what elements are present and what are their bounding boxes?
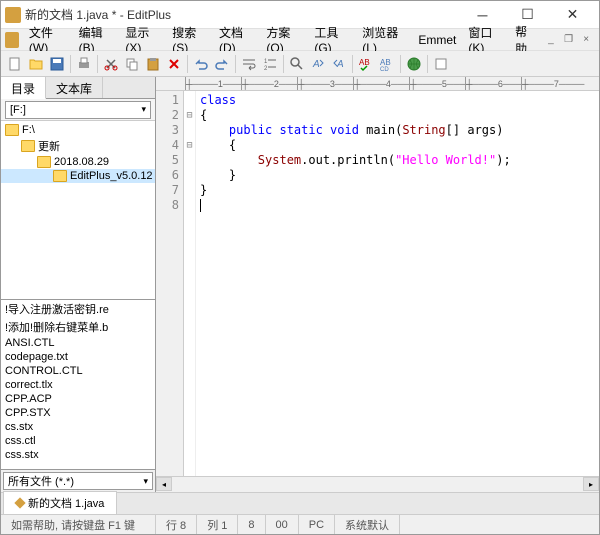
folder-icon (5, 124, 19, 136)
status-encoding: 系统默认 (335, 515, 400, 534)
svg-text:AB: AB (380, 58, 391, 67)
folder-tree[interactable]: F:\更新 2018.08.29 EditPlus_v5.0.12 (1, 121, 155, 300)
doc-icon (14, 497, 25, 508)
document-tab[interactable]: 新的文档 1.java (3, 491, 117, 516)
folder-icon (21, 140, 35, 152)
print-button[interactable] (74, 54, 94, 74)
horizontal-scrollbar[interactable]: ◂ ▸ (156, 476, 599, 492)
file-list[interactable]: !导入注册激活密钥.re!添加!删除右键菜单.bANSI.CTLcodepage… (1, 300, 155, 470)
drive-select: [F:] ▾ (1, 99, 155, 121)
menu-emmet[interactable]: Emmet (412, 31, 462, 49)
status-v1: 8 (238, 515, 265, 534)
find-next-button[interactable]: A (308, 54, 328, 74)
file-item[interactable]: ANSI.CTL (1, 336, 155, 350)
menubar: 文件(W) 编辑(B) 显示(X) 搜索(S) 文档(D) 方案(O) 工具(G… (1, 29, 599, 51)
delete-button[interactable] (164, 54, 184, 74)
new-button[interactable] (5, 54, 25, 74)
drive-label: [F:] (10, 104, 26, 116)
chevron-down-icon: ▾ (143, 476, 148, 487)
tree-item[interactable]: 2018.08.29 (1, 155, 155, 169)
undo-button[interactable] (191, 54, 211, 74)
file-item[interactable]: !导入注册激活密钥.re (1, 300, 155, 318)
browser-button[interactable] (404, 54, 424, 74)
file-item[interactable]: CPP.STX (1, 406, 155, 420)
file-item[interactable]: !添加!删除右键菜单.b (1, 318, 155, 336)
sidebar-tabs: 目录 文本库 (1, 77, 155, 99)
mdi-restore-button[interactable]: ❐ (561, 32, 577, 48)
copy-button[interactable] (122, 54, 142, 74)
redo-button[interactable] (212, 54, 232, 74)
file-item[interactable]: codepage.txt (1, 350, 155, 364)
search-button[interactable] (287, 54, 307, 74)
filter-combo[interactable]: 所有文件 (*.*) ▾ (3, 472, 153, 490)
ruler: ┼────1────┼────2────┼────3────┼────4────… (156, 77, 599, 91)
app-icon (5, 7, 21, 23)
svg-text:1: 1 (264, 59, 268, 65)
wordwrap-button[interactable] (239, 54, 259, 74)
scroll-left-button[interactable]: ◂ (156, 477, 172, 491)
scroll-right-button[interactable]: ▸ (583, 477, 599, 491)
scroll-track[interactable] (172, 477, 583, 492)
app-window: 新的文档 1.java * - EditPlus ─ ☐ ✕ 文件(W) 编辑(… (0, 0, 600, 535)
fold-gutter[interactable]: ⊟⊟ (184, 91, 196, 476)
spellcheck-opts-button[interactable]: ABCD (377, 54, 397, 74)
cut-button[interactable] (101, 54, 121, 74)
chevron-down-icon: ▾ (141, 104, 146, 115)
drive-combo[interactable]: [F:] ▾ (5, 101, 151, 119)
filter-label: 所有文件 (*.*) (8, 473, 74, 489)
svg-text:AB: AB (359, 58, 370, 67)
mdi-close-button[interactable]: × (578, 32, 594, 48)
main-area: 目录 文本库 [F:] ▾ F:\更新 2018.08.29 EditPlus_v5… (1, 77, 599, 492)
close-button[interactable]: ✕ (550, 1, 595, 29)
doc-tab-label: 新的文档 1.java (28, 495, 104, 511)
status-help: 如需帮助, 请按键盘 F1 键 (1, 515, 156, 534)
linenumber-button[interactable]: 12 (260, 54, 280, 74)
tree-label: F:\ (22, 124, 35, 136)
open-button[interactable] (26, 54, 46, 74)
statusbar: 如需帮助, 请按键盘 F1 键 行 8 列 1 8 00 PC 系统默认 (1, 514, 599, 534)
file-item[interactable]: css.ctl (1, 434, 155, 448)
file-item[interactable]: correct.tlx (1, 378, 155, 392)
find-prev-button[interactable]: A (329, 54, 349, 74)
tree-label: 更新 (38, 138, 60, 154)
file-item[interactable]: css.stx (1, 448, 155, 462)
status-line: 行 8 (156, 515, 197, 534)
file-item[interactable]: CONTROL.CTL (1, 364, 155, 378)
spellcheck-button[interactable]: AB (356, 54, 376, 74)
sidebar: 目录 文本库 [F:] ▾ F:\更新 2018.08.29 EditPlus_v5… (1, 77, 156, 492)
svg-text:2: 2 (264, 66, 268, 72)
toolbar: 12 A A AB ABCD (1, 51, 599, 77)
document-tabs: 新的文档 1.java (1, 492, 599, 514)
svg-text:CD: CD (380, 67, 389, 72)
status-col: 列 1 (197, 515, 238, 534)
window-title: 新的文档 1.java * - EditPlus (25, 6, 460, 23)
tree-label: 2018.08.29 (54, 156, 109, 168)
mdi-minimize-button[interactable]: _ (543, 32, 559, 48)
filter-bar: 所有文件 (*.*) ▾ (1, 470, 155, 492)
status-mode: PC (299, 515, 335, 534)
tree-item[interactable]: F:\ (1, 123, 155, 137)
code-text[interactable]: class { public static void main(String[]… (196, 91, 599, 476)
tab-directory[interactable]: 目录 (1, 77, 46, 99)
tree-item[interactable]: 更新 (1, 137, 155, 155)
folder-icon (37, 156, 51, 168)
menubar-app-icon (5, 32, 19, 48)
save-button[interactable] (47, 54, 67, 74)
line-gutter: 12345678 (156, 91, 184, 476)
svg-text:A: A (312, 59, 320, 70)
folder-icon (53, 170, 67, 182)
code-container[interactable]: 12345678 ⊟⊟ class { public static void m… (156, 91, 599, 476)
tree-label: EditPlus_v5.0.12 (70, 170, 153, 182)
tab-cliptext[interactable]: 文本库 (46, 77, 103, 98)
status-v2: 00 (266, 515, 299, 534)
svg-text:A: A (336, 59, 344, 70)
paste-button[interactable] (143, 54, 163, 74)
tool1-button[interactable] (431, 54, 451, 74)
editor-area: ┼────1────┼────2────┼────3────┼────4────… (156, 77, 599, 492)
file-item[interactable]: CPP.ACP (1, 392, 155, 406)
file-item[interactable]: cs.stx (1, 420, 155, 434)
tree-item[interactable]: EditPlus_v5.0.12 (1, 169, 155, 183)
